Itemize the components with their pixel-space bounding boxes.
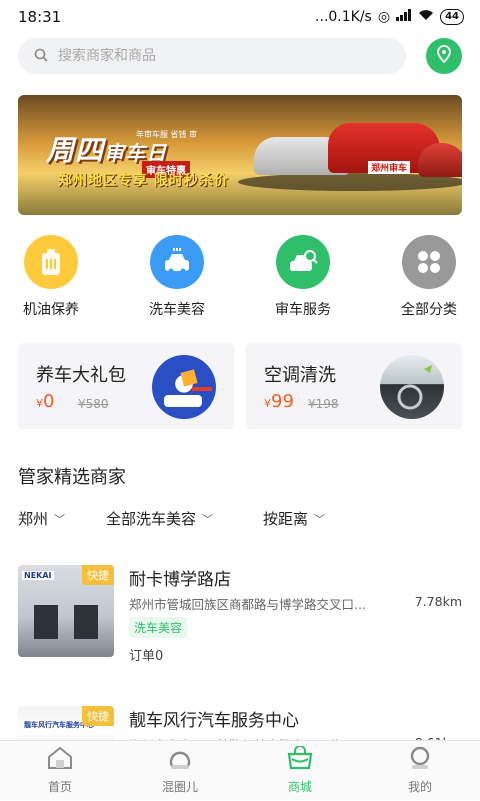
- grid-icon: [402, 235, 456, 289]
- filter-label: 按距离: [263, 508, 308, 529]
- alarm-icon: ◎: [378, 9, 390, 25]
- ac-clean-image: [380, 355, 444, 419]
- banner-title-a: 周四: [46, 134, 104, 167]
- filter-label: 郑州: [18, 508, 48, 529]
- shop-address: 郑州市管城回族区商都路与博学路交叉口...: [129, 594, 407, 613]
- shop-name: 耐卡博学路店: [129, 565, 231, 590]
- tab-label: 首页: [48, 778, 72, 795]
- search-input[interactable]: [58, 48, 358, 64]
- shop-bag-icon: [286, 746, 314, 774]
- shop-list-item[interactable]: NEKAI 快捷 耐卡博学路店 郑州市管城回族区商都路与博学路交叉口... 7.…: [18, 565, 462, 660]
- category-all[interactable]: 全部分类: [389, 235, 469, 319]
- filter-bar: 郑州 ﹀ 全部洗车美容 ﹀ 按距离 ﹀: [18, 508, 462, 530]
- tab-profile[interactable]: 我的: [360, 741, 480, 800]
- section-title: 管家精选商家: [18, 463, 126, 489]
- banner-car-red-2: [418, 143, 462, 177]
- category-car-wash[interactable]: 洗车美容: [137, 235, 217, 319]
- status-icons: ...0.1K/s ◎ 44: [315, 9, 464, 25]
- promo-title: 空调清洗: [264, 361, 336, 387]
- home-icon: [46, 746, 74, 774]
- promo-price: ¥99: [264, 391, 294, 412]
- tab-shop[interactable]: 商城: [240, 741, 360, 800]
- shop-sign: NEKAI: [22, 571, 54, 580]
- promo-original-price: ¥580: [78, 397, 109, 411]
- car-wash-icon: [150, 235, 204, 289]
- chevron-down-icon: ﹀: [54, 511, 65, 527]
- promo-original-price: ¥198: [308, 397, 339, 411]
- promo-card-gift[interactable]: 养车大礼包 ¥0 ¥580: [18, 343, 234, 429]
- shop-name: 靓车风行汽车服务中心: [129, 706, 299, 731]
- fast-badge: 快捷: [82, 706, 114, 726]
- category-shortcuts: 机油保养 洗车美容 审车服务 全部分类: [0, 235, 480, 325]
- shop-orders: 订单0: [129, 645, 163, 664]
- status-bar: 18:31 ...0.1K/s ◎ 44: [0, 0, 480, 34]
- search-icon: [34, 47, 48, 66]
- gift-car-image: [152, 355, 216, 419]
- status-time: 18:31: [18, 8, 61, 26]
- promo-card-ac[interactable]: 空调清洗 ¥99 ¥198: [246, 343, 462, 429]
- price-value: 0: [43, 391, 54, 412]
- shop-door: [34, 605, 58, 639]
- category-label: 审车服务: [263, 299, 343, 319]
- tab-label: 我的: [408, 778, 432, 795]
- filter-label: 全部洗车美容: [106, 508, 196, 529]
- tab-home[interactable]: 首页: [0, 741, 120, 800]
- search-bar[interactable]: [18, 38, 406, 74]
- chevron-down-icon: ﹀: [202, 511, 213, 527]
- location-pin-icon: [436, 45, 452, 67]
- shop-service-tag: 洗车美容: [129, 617, 187, 638]
- search-row: [18, 38, 462, 76]
- banner-subtitle: 郑州地区专享 限时秒杀价: [58, 170, 229, 190]
- location-button[interactable]: [426, 38, 462, 74]
- tab-circle[interactable]: 混圈儿: [120, 741, 240, 800]
- tab-label: 商城: [288, 778, 312, 795]
- promo-title: 养车大礼包: [36, 361, 126, 387]
- filter-category[interactable]: 全部洗车美容 ﹀: [106, 508, 213, 529]
- category-label: 机油保养: [11, 299, 91, 319]
- oil-icon: [24, 235, 78, 289]
- wifi-icon: [418, 9, 434, 25]
- category-inspection[interactable]: 审车服务: [263, 235, 343, 319]
- currency: ¥: [264, 397, 271, 410]
- signal-icon: [396, 9, 412, 25]
- category-label: 全部分类: [389, 299, 469, 319]
- net-speed: ...0.1K/s: [315, 9, 372, 25]
- profile-icon: [406, 746, 434, 774]
- battery-icon: 44: [440, 9, 464, 25]
- price-value: 99: [271, 391, 294, 412]
- shop-thumbnail: NEKAI 快捷: [18, 565, 114, 657]
- banner-plate: 郑州审车: [368, 161, 410, 174]
- currency: ¥: [36, 397, 43, 410]
- promo-price: ¥0: [36, 391, 54, 412]
- shop-door: [74, 605, 98, 639]
- car-inspect-icon: [276, 235, 330, 289]
- bottom-tab-bar: 首页 混圈儿 商城 我的: [0, 740, 480, 800]
- tab-label: 混圈儿: [162, 778, 198, 795]
- fast-badge: 快捷: [82, 565, 114, 585]
- chevron-down-icon: ﹀: [314, 511, 325, 527]
- shop-distance: 7.78km: [415, 594, 462, 609]
- category-oil[interactable]: 机油保养: [11, 235, 91, 319]
- promo-banner[interactable]: 郑州审车 年审车服 省钱 审 周四审车日 审车特惠 郑州地区专享 限时秒杀价: [18, 95, 462, 215]
- filter-city[interactable]: 郑州 ﹀: [18, 508, 65, 529]
- filter-sort[interactable]: 按距离 ﹀: [263, 508, 325, 529]
- circle-icon: [166, 746, 194, 774]
- category-label: 洗车美容: [137, 299, 217, 319]
